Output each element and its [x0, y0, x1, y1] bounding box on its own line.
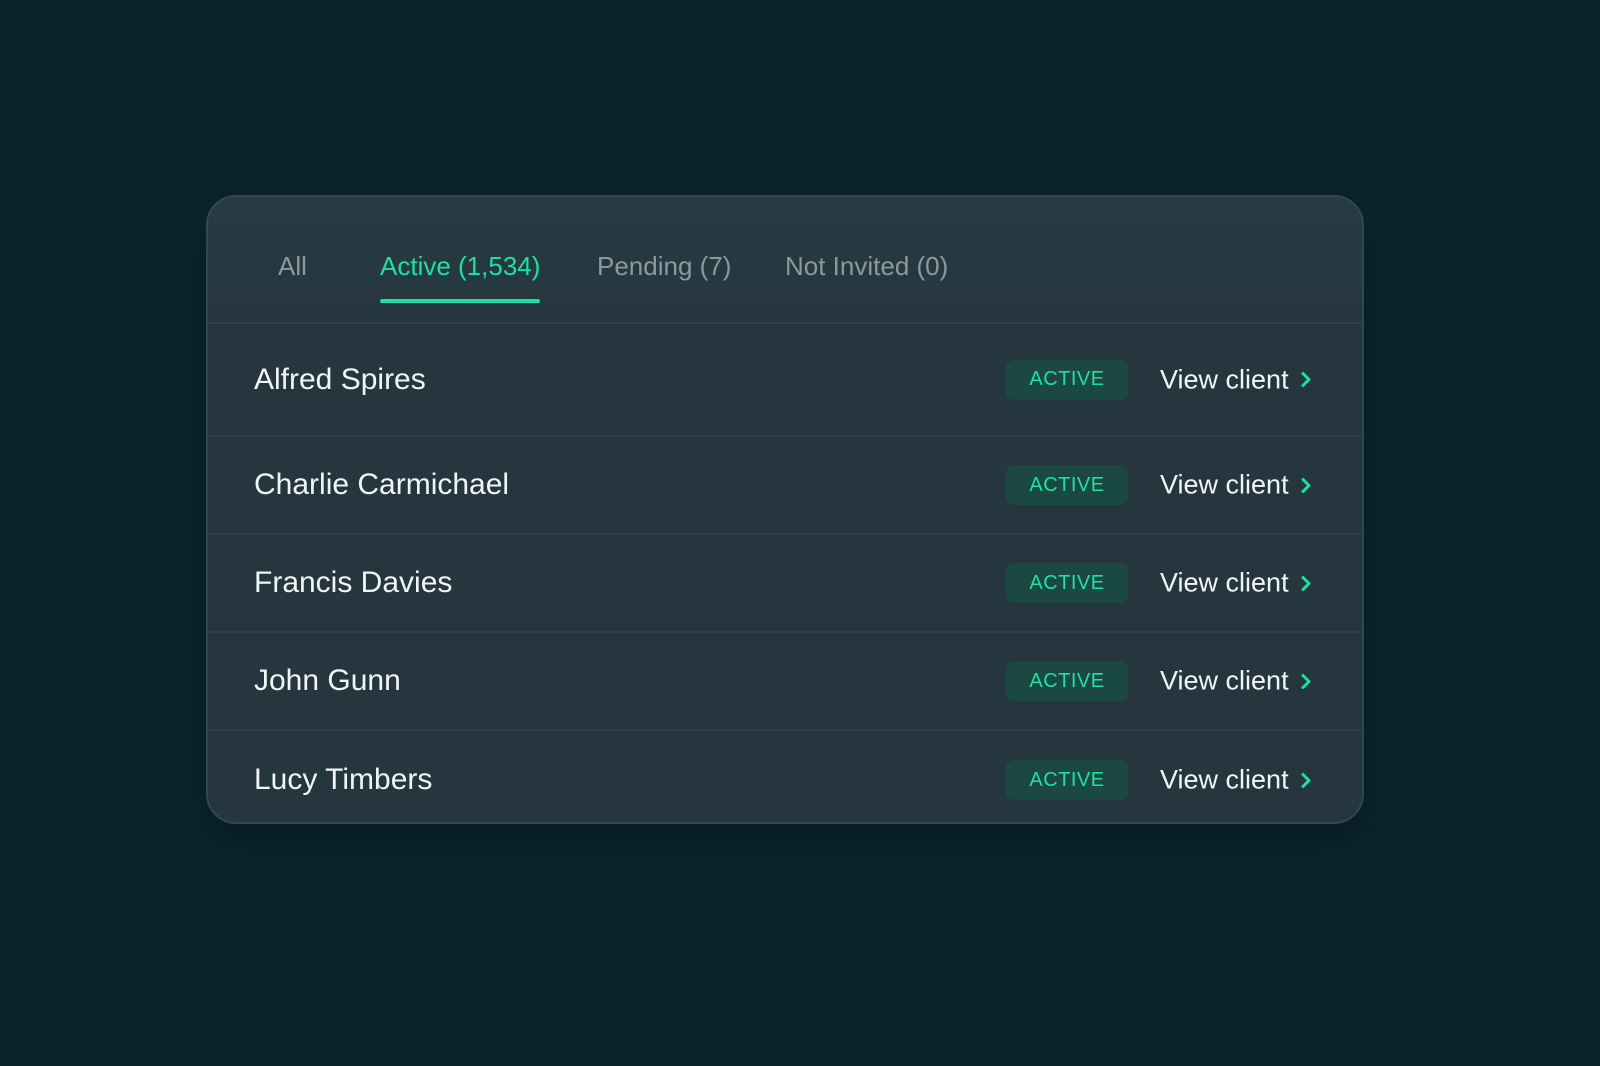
tab-active[interactable]: Active (1,534) [380, 251, 541, 303]
client-row: Charlie Carmichael ACTIVE View client [208, 437, 1362, 535]
clients-card: All Active (1,534) Pending (7) Not Invit… [206, 195, 1364, 824]
status-tabs: All Active (1,534) Pending (7) Not Invit… [208, 197, 1362, 324]
status-badge: ACTIVE [1006, 661, 1128, 701]
chevron-right-icon [1301, 372, 1311, 387]
view-client-label: View client [1160, 469, 1289, 500]
client-row: John Gunn ACTIVE View client [208, 633, 1362, 731]
chevron-right-icon [1301, 772, 1311, 788]
tab-all-label: All [278, 251, 307, 281]
tab-not-invited[interactable]: Not Invited (0) [785, 251, 948, 282]
tab-active-label: Active (1,534) [380, 251, 541, 281]
view-client-label: View client [1160, 764, 1289, 795]
view-client-link[interactable]: View client [1160, 666, 1313, 697]
active-tab-indicator [380, 299, 541, 303]
status-badge: ACTIVE [1006, 465, 1128, 505]
status-badge: ACTIVE [1006, 760, 1128, 800]
client-name: Francis Davies [254, 566, 453, 599]
client-row: Francis Davies ACTIVE View client [208, 535, 1362, 633]
client-name: Charlie Carmichael [254, 468, 510, 501]
client-name: Alfred Spires [254, 362, 426, 396]
view-client-label: View client [1160, 665, 1289, 696]
tab-all[interactable]: All [278, 251, 307, 282]
view-client-label: View client [1160, 364, 1289, 394]
view-client-label: View client [1160, 567, 1289, 598]
view-client-link[interactable]: View client [1160, 765, 1313, 796]
view-client-link[interactable]: View client [1160, 364, 1313, 395]
client-row: Lucy Timbers ACTIVE View client [208, 731, 1362, 822]
tab-not-invited-label: Not Invited (0) [785, 251, 949, 281]
view-client-link[interactable]: View client [1160, 568, 1313, 599]
chevron-right-icon [1301, 477, 1311, 493]
client-list: Alfred Spires ACTIVE View client Charlie… [208, 324, 1362, 822]
tab-pending-label: Pending (7) [597, 251, 732, 281]
tab-pending[interactable]: Pending (7) [597, 251, 731, 282]
status-badge: ACTIVE [1006, 563, 1128, 603]
status-badge: ACTIVE [1006, 359, 1128, 400]
client-row: Alfred Spires ACTIVE View client [208, 324, 1362, 437]
view-client-link[interactable]: View client [1160, 470, 1313, 501]
client-name: John Gunn [254, 664, 401, 697]
chevron-right-icon [1301, 673, 1311, 689]
client-name: Lucy Timbers [254, 763, 433, 796]
chevron-right-icon [1301, 575, 1311, 591]
